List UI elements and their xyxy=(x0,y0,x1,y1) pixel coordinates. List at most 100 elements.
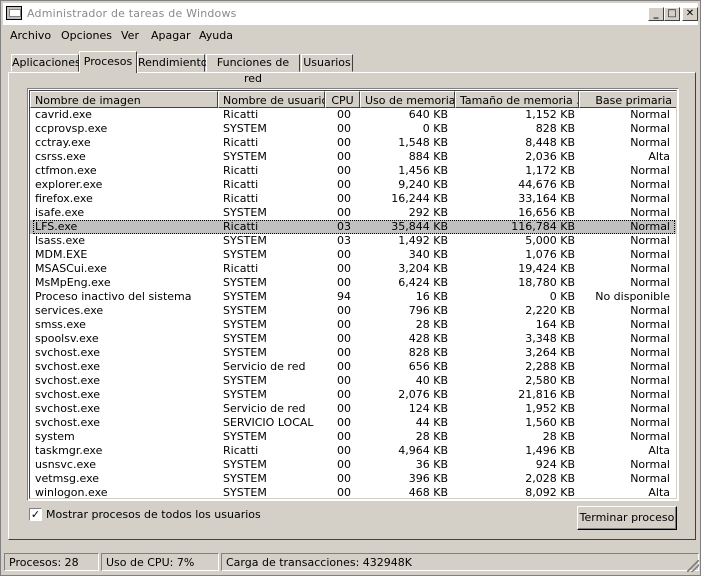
table-row[interactable]: ccprovsp.exe SYSTEM 00 0 KB 828 KB Normal xyxy=(30,122,676,136)
cell-cpu: 00 xyxy=(337,360,351,373)
cell-image-name: firefox.exe xyxy=(35,192,93,205)
table-row[interactable]: smss.exe SYSTEM 00 28 KB 164 KB Normal xyxy=(30,318,676,332)
tab-rendimiento[interactable]: Rendimiento xyxy=(137,54,207,72)
cell-cpu: 00 xyxy=(337,332,351,345)
table-row[interactable]: ctfmon.exe Ricatti 00 1,456 KB 1,172 KB Norma… xyxy=(30,164,676,178)
table-row[interactable]: svchost.exe Servicio de red 00 124 KB 1,952 … xyxy=(30,402,676,416)
cell-memory-size: 5,000 KB xyxy=(525,234,575,247)
cell-image-name: svchost.exe xyxy=(35,346,101,359)
cell-user-name: SYSTEM xyxy=(223,206,267,219)
cell-cpu: 00 xyxy=(337,262,351,275)
column-header-cpu[interactable]: CPU xyxy=(325,91,360,108)
show-all-users-label: Mostrar procesos de todos los usuarios xyxy=(46,508,261,521)
cell-user-name: Ricatti xyxy=(223,108,259,121)
cell-memory-size: 2,580 KB xyxy=(525,374,575,387)
table-row[interactable]: cavrid.exe Ricatti 00 640 KB 1,152 KB Normal xyxy=(30,108,676,122)
tab-usuarios[interactable]: Usuarios xyxy=(301,54,353,72)
resize-grip[interactable] xyxy=(687,560,699,572)
cell-memory-usage: 428 KB xyxy=(408,332,448,345)
table-row[interactable]: taskmgr.exe Ricatti 00 4,964 KB 1,496 KB Alta xyxy=(30,444,676,458)
cell-cpu: 00 xyxy=(337,416,351,429)
menu-ver[interactable]: Ver xyxy=(121,29,139,42)
cell-image-name: LFS.exe xyxy=(35,220,78,233)
cell-user-name: SYSTEM xyxy=(223,346,267,359)
window-title: Administrador de tareas de Windows xyxy=(27,7,237,20)
process-list[interactable]: Nombre de imagen Nombre de usuario CPU U… xyxy=(27,88,679,501)
table-row[interactable]: svchost.exe SYSTEM 00 40 KB 2,580 KB Normal xyxy=(30,374,676,388)
table-row[interactable]: firefox.exe Ricatti 00 16,244 KB 33,164 KB No… xyxy=(30,192,676,206)
status-commit-charge: Carga de transacciones: 432948K xyxy=(221,553,699,571)
cell-base-priority: Alta xyxy=(648,486,670,499)
table-row[interactable]: spoolsv.exe SYSTEM 00 428 KB 3,348 KB Normal xyxy=(30,332,676,346)
table-row[interactable]: MDM.EXE SYSTEM 00 340 KB 1,076 KB Normal xyxy=(30,248,676,262)
table-row[interactable]: csrss.exe SYSTEM 00 884 KB 2,036 KB Alta xyxy=(30,150,676,164)
cell-user-name: Servicio de red xyxy=(223,360,306,373)
close-button[interactable]: ✕ xyxy=(682,7,698,21)
column-header-image-name[interactable]: Nombre de imagen xyxy=(30,91,218,108)
cell-base-priority: No disponible xyxy=(595,290,670,303)
cell-base-priority: Normal xyxy=(630,164,670,177)
table-row[interactable]: services.exe SYSTEM 00 796 KB 2,220 KB Normal xyxy=(30,304,676,318)
cell-image-name: ctfmon.exe xyxy=(35,164,97,177)
cell-image-name: lsass.exe xyxy=(35,234,85,247)
cell-base-priority: Normal xyxy=(630,430,670,443)
cell-cpu: 00 xyxy=(337,248,351,261)
cell-memory-size: 924 KB xyxy=(535,458,575,471)
cell-image-name: svchost.exe xyxy=(35,402,101,415)
cell-user-name: Ricatti xyxy=(223,136,259,149)
column-header-memory-size[interactable]: Tamaño de memoria ... xyxy=(455,91,579,108)
cell-memory-size: 44,676 KB xyxy=(518,178,575,191)
cell-memory-usage: 16 KB xyxy=(415,290,448,303)
cell-user-name: Ricatti xyxy=(223,192,259,205)
table-row[interactable]: isafe.exe SYSTEM 00 292 KB 16,656 KB Normal xyxy=(30,206,676,220)
table-row[interactable]: system SYSTEM 00 28 KB 28 KB Normal xyxy=(30,430,676,444)
cell-memory-usage: 292 KB xyxy=(408,206,448,219)
table-row[interactable]: svchost.exe Servicio de red 00 656 KB 2,288 … xyxy=(30,360,676,374)
status-processes: Procesos: 28 xyxy=(4,553,99,571)
cell-image-name: csrss.exe xyxy=(35,150,86,163)
tab-funciones-de-red[interactable]: Funciones de red xyxy=(206,54,300,85)
table-row[interactable]: vetmsg.exe SYSTEM 00 396 KB 2,028 KB Normal xyxy=(30,472,676,486)
table-row[interactable]: LFS.exe Ricatti 03 35,844 KB 116,784 KB Norma… xyxy=(30,220,676,234)
table-row[interactable]: explorer.exe Ricatti 00 9,240 KB 44,676 KB No… xyxy=(30,178,676,192)
cell-user-name: SERVICIO LOCAL xyxy=(223,416,314,429)
minimize-button[interactable]: _ xyxy=(648,7,664,21)
column-header-memory-usage[interactable]: Uso de memoria xyxy=(360,91,455,108)
cell-memory-usage: 0 KB xyxy=(422,122,448,135)
menu-opciones[interactable]: Opciones xyxy=(61,29,112,42)
cell-memory-usage: 396 KB xyxy=(408,472,448,485)
table-row[interactable]: MsMpEng.exe SYSTEM 00 6,424 KB 18,780 KB Norm… xyxy=(30,276,676,290)
table-row[interactable]: usnsvc.exe SYSTEM 00 36 KB 924 KB Normal xyxy=(30,458,676,472)
menu-ayuda[interactable]: Ayuda xyxy=(199,29,233,42)
cell-image-name: cctray.exe xyxy=(35,136,91,149)
cell-memory-usage: 1,456 KB xyxy=(398,164,448,177)
column-header-base-priority[interactable]: Base primaria xyxy=(579,91,676,108)
cell-memory-usage: 640 KB xyxy=(408,108,448,121)
menu-apagar[interactable]: Apagar xyxy=(151,29,191,42)
cell-memory-size: 1,560 KB xyxy=(525,416,575,429)
tab-aplicaciones[interactable]: Aplicaciones xyxy=(11,54,81,72)
table-row[interactable]: svchost.exe SYSTEM 00 828 KB 3,264 KB Normal xyxy=(30,346,676,360)
cell-memory-size: 19,424 KB xyxy=(518,262,575,275)
cell-memory-usage: 1,492 KB xyxy=(398,234,448,247)
table-row[interactable]: svchost.exe SERVICIO LOCAL 00 44 KB 1,560 KB… xyxy=(30,416,676,430)
cell-memory-usage: 16,244 KB xyxy=(391,192,448,205)
end-process-button[interactable]: Terminar proceso xyxy=(577,506,677,530)
table-row[interactable]: Proceso inactivo del sistema SYSTEM 94 16 K… xyxy=(30,290,676,304)
cell-cpu: 00 xyxy=(337,402,351,415)
show-all-users-checkbox[interactable]: ✓ xyxy=(29,508,42,521)
table-row[interactable]: svchost.exe SYSTEM 00 2,076 KB 21,816 KB Norm… xyxy=(30,388,676,402)
table-row[interactable]: lsass.exe SYSTEM 03 1,492 KB 5,000 KB Normal xyxy=(30,234,676,248)
cell-image-name: svchost.exe xyxy=(35,416,101,429)
cell-user-name: SYSTEM xyxy=(223,304,267,317)
cell-user-name: Ricatti xyxy=(223,262,259,275)
table-row[interactable]: winlogon.exe SYSTEM 00 468 KB 8,092 KB Alta xyxy=(30,486,676,499)
table-row[interactable]: cctray.exe Ricatti 00 1,548 KB 8,448 KB Norma… xyxy=(30,136,676,150)
cell-user-name: SYSTEM xyxy=(223,290,267,303)
tab-procesos[interactable]: Procesos xyxy=(79,51,137,73)
column-header-user-name[interactable]: Nombre de usuario xyxy=(218,91,325,108)
title-bar[interactable]: Administrador de tareas de Windows _ □ ✕ xyxy=(3,3,698,25)
maximize-button[interactable]: □ xyxy=(664,7,680,21)
menu-archivo[interactable]: Archivo xyxy=(10,29,51,42)
table-row[interactable]: MSASCui.exe Ricatti 00 3,204 KB 19,424 KB Nor… xyxy=(30,262,676,276)
